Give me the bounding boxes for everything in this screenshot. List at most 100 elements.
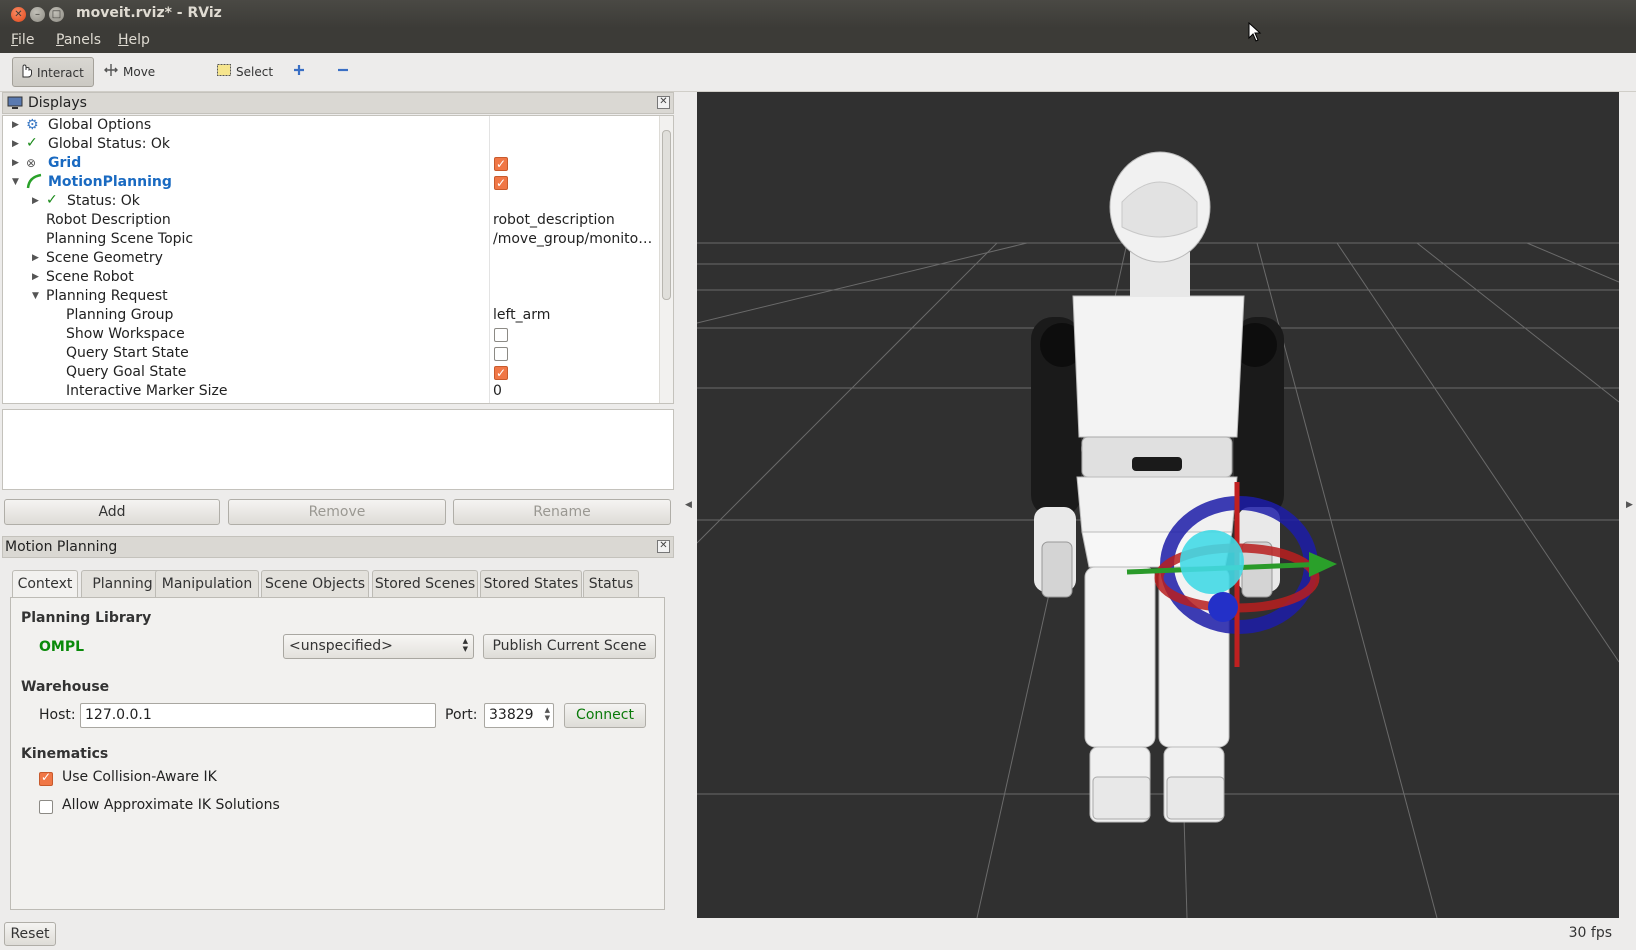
select-tool-button[interactable]: Select (210, 57, 280, 87)
tree-row-global-status[interactable]: ▶ ✓ Global Status: Ok (3, 135, 661, 154)
tree-row-global-options[interactable]: ▶ ⚙ Global Options (3, 116, 661, 135)
close-motion-planning-panel-button[interactable]: ✕ (657, 540, 670, 553)
viewport-scene (697, 151, 1619, 918)
tree-row-query-goal-state[interactable]: Query Goal State (3, 363, 661, 383)
collision-aware-ik-option[interactable]: Use Collision-Aware IK (39, 769, 339, 789)
expand-arrow-icon[interactable]: ▶ (32, 268, 39, 287)
checkmark-icon: ✓ (46, 192, 58, 208)
displays-panel-header: Displays ✕ (2, 92, 674, 114)
approximate-ik-option[interactable]: Allow Approximate IK Solutions (39, 797, 339, 817)
add-tool-button[interactable] (286, 57, 314, 87)
tree-label: Planning Scene Topic (46, 231, 194, 247)
3d-viewport[interactable] (697, 92, 1619, 918)
tree-row-scene-robot[interactable]: ▶ Scene Robot (3, 268, 661, 287)
tab-context[interactable]: Context (12, 570, 78, 599)
tree-label: Planning Group (66, 307, 174, 323)
host-label: Host: (39, 707, 76, 723)
tree-row-grid[interactable]: ▶ ⊗ Grid (3, 154, 661, 174)
tree-value[interactable]: left_arm (493, 306, 550, 325)
motionplanning-enabled-checkbox[interactable] (494, 174, 508, 193)
tree-label: Show Workspace (66, 326, 185, 342)
menu-panels[interactable]: Panels (56, 32, 101, 48)
spin-arrows-icon: ▲ ▼ (544, 706, 550, 722)
tree-row-scene-geometry[interactable]: ▶ Scene Geometry (3, 249, 661, 268)
expand-arrow-icon[interactable]: ▶ (12, 135, 19, 154)
approximate-ik-checkbox[interactable] (39, 800, 53, 814)
tab-stored-states[interactable]: Stored States (480, 570, 582, 598)
grid-icon: ⊗ (26, 156, 37, 170)
tree-label: Robot Description (46, 212, 171, 228)
tree-value[interactable]: /move_group/monito… (493, 230, 652, 249)
close-window-button[interactable]: ✕ (11, 7, 26, 22)
kinematics-heading: Kinematics (21, 746, 109, 762)
tree-value[interactable]: robot_description (493, 211, 615, 230)
expand-arrow-icon[interactable]: ▶ (12, 154, 19, 173)
menu-help[interactable]: Help (118, 32, 150, 48)
spin-arrows-icon: ▲ ▼ (462, 637, 468, 653)
hand-pointer-icon (19, 59, 33, 89)
grid-enabled-checkbox[interactable] (494, 155, 508, 174)
displays-title: Displays (28, 95, 87, 111)
minimize-window-button[interactable]: – (30, 7, 45, 22)
planning-library-name: OMPL (39, 639, 85, 655)
show-workspace-checkbox[interactable] (494, 328, 508, 342)
menu-file[interactable]: File (11, 32, 34, 48)
host-input[interactable]: 127.0.0.1 (80, 703, 436, 728)
tree-row-motionplanning[interactable]: ▼ MotionPlanning (3, 173, 661, 193)
tree-row-query-start-state[interactable]: Query Start State (3, 344, 661, 363)
tab-stored-scenes[interactable]: Stored Scenes (372, 570, 478, 598)
toolbar: Interact Move Camera Select ▼ (0, 53, 1636, 110)
tree-value[interactable]: 0 (493, 382, 502, 401)
displays-scrollbar[interactable] (659, 116, 673, 403)
tree-label: Query Goal State (66, 364, 187, 380)
remove-display-button[interactable]: Remove (228, 499, 446, 525)
planner-select-value: <unspecified> (289, 638, 393, 654)
tree-label: Grid (48, 155, 82, 171)
interact-tool-button[interactable]: Interact (12, 57, 94, 87)
displays-icon (7, 96, 23, 116)
move-camera-tool-button[interactable]: Move Camera (97, 57, 203, 110)
remove-tool-dropdown[interactable]: ▼ (330, 57, 366, 109)
title-bar: ✕ – □ moveit.rviz* - RViz (0, 0, 1636, 28)
tab-planning[interactable]: Planning (81, 570, 164, 598)
tree-row-planning-scene-topic[interactable]: Planning Scene Topic /move_group/monito… (3, 230, 661, 249)
port-input[interactable]: 33829 ▲ ▼ (484, 703, 554, 728)
expand-arrow-icon[interactable]: ▶ (32, 192, 39, 211)
connect-button[interactable]: Connect (564, 703, 646, 728)
query-goal-state-checkbox[interactable] (494, 364, 508, 383)
tab-status[interactable]: Status (583, 570, 639, 598)
tab-manipulation[interactable]: Manipulation (155, 570, 259, 598)
displays-tree: ▶ ⚙ Global Options ▶ ✓ Global Status: Ok… (2, 115, 674, 404)
rename-display-button[interactable]: Rename (453, 499, 671, 525)
tree-row-robot-description[interactable]: Robot Description robot_description (3, 211, 661, 230)
collapse-arrow-icon[interactable]: ▼ (32, 287, 39, 306)
planner-select[interactable]: <unspecified> ▲ ▼ (283, 634, 474, 659)
tab-scene-objects[interactable]: Scene Objects (261, 570, 369, 598)
collision-aware-ik-checkbox[interactable] (39, 770, 53, 786)
select-label: Select (236, 65, 274, 79)
tree-row-status[interactable]: ▶ ✓ Status: Ok (3, 192, 661, 211)
publish-current-scene-button[interactable]: Publish Current Scene (483, 634, 656, 659)
scrollbar-thumb[interactable] (662, 130, 671, 300)
interact-label: Interact (37, 66, 84, 80)
maximize-window-button[interactable]: □ (49, 7, 64, 22)
expand-arrow-icon[interactable]: ▶ (12, 116, 19, 135)
robot-model (1031, 151, 1337, 823)
move-camera-icon (103, 58, 119, 88)
collision-aware-ik-label: Use Collision-Aware IK (62, 769, 217, 785)
expand-arrow-icon[interactable]: ▶ (32, 249, 39, 268)
display-description-box (2, 409, 674, 490)
tree-row-planning-group[interactable]: Planning Group left_arm (3, 306, 661, 325)
motion-planning-title: Motion Planning (5, 539, 118, 555)
query-start-state-checkbox[interactable] (494, 347, 508, 361)
collapse-left-dock-icon[interactable]: ◀ (685, 500, 692, 510)
collapse-arrow-icon[interactable]: ▼ (12, 173, 19, 192)
close-displays-panel-button[interactable]: ✕ (657, 96, 670, 109)
collapse-right-dock-icon[interactable]: ▶ (1626, 500, 1633, 510)
context-tab-content: Planning Library OMPL <unspecified> ▲ ▼ P… (10, 597, 665, 910)
add-display-button[interactable]: Add (4, 499, 220, 525)
tree-row-planning-request[interactable]: ▼ Planning Request (3, 287, 661, 306)
tree-row-interactive-marker-size[interactable]: Interactive Marker Size 0 (3, 382, 661, 401)
tree-row-show-workspace[interactable]: Show Workspace (3, 325, 661, 344)
reset-button[interactable]: Reset (4, 922, 56, 946)
